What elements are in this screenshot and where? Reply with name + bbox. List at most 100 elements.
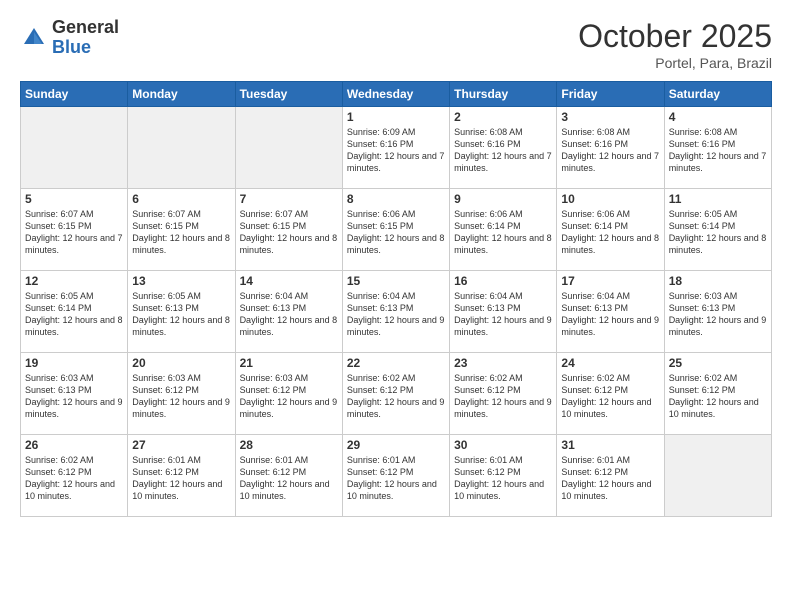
day-info: Sunrise: 6:01 AM Sunset: 6:12 PM Dayligh… xyxy=(347,454,445,503)
day-number: 14 xyxy=(240,274,338,288)
calendar-header-monday: Monday xyxy=(128,82,235,107)
day-info: Sunrise: 6:04 AM Sunset: 6:13 PM Dayligh… xyxy=(240,290,338,339)
calendar-week-0: 1 Sunrise: 6:09 AM Sunset: 6:16 PM Daylig… xyxy=(21,107,772,189)
day-number: 6 xyxy=(132,192,230,206)
calendar-cell: 1 Sunrise: 6:09 AM Sunset: 6:16 PM Daylig… xyxy=(342,107,449,189)
day-number: 31 xyxy=(561,438,659,452)
day-number: 4 xyxy=(669,110,767,124)
day-info: Sunrise: 6:06 AM Sunset: 6:14 PM Dayligh… xyxy=(561,208,659,257)
day-info: Sunrise: 6:02 AM Sunset: 6:12 PM Dayligh… xyxy=(25,454,123,503)
day-number: 8 xyxy=(347,192,445,206)
day-info: Sunrise: 6:06 AM Sunset: 6:15 PM Dayligh… xyxy=(347,208,445,257)
day-number: 27 xyxy=(132,438,230,452)
day-number: 3 xyxy=(561,110,659,124)
calendar-header-saturday: Saturday xyxy=(664,82,771,107)
calendar-cell: 9 Sunrise: 6:06 AM Sunset: 6:14 PM Daylig… xyxy=(450,189,557,271)
day-info: Sunrise: 6:04 AM Sunset: 6:13 PM Dayligh… xyxy=(347,290,445,339)
day-info: Sunrise: 6:02 AM Sunset: 6:12 PM Dayligh… xyxy=(454,372,552,421)
calendar-cell: 30Sunrise: 6:01 AM Sunset: 6:12 PM Dayli… xyxy=(450,435,557,517)
subtitle: Portel, Para, Brazil xyxy=(578,55,772,71)
calendar-cell xyxy=(664,435,771,517)
day-info: Sunrise: 6:03 AM Sunset: 6:12 PM Dayligh… xyxy=(132,372,230,421)
day-info: Sunrise: 6:02 AM Sunset: 6:12 PM Dayligh… xyxy=(561,372,659,421)
calendar-cell xyxy=(235,107,342,189)
day-info: Sunrise: 6:08 AM Sunset: 6:16 PM Dayligh… xyxy=(669,126,767,175)
day-number: 28 xyxy=(240,438,338,452)
calendar-week-2: 12 Sunrise: 6:05 AM Sunset: 6:14 PM Dayli… xyxy=(21,271,772,353)
day-info: Sunrise: 6:04 AM Sunset: 6:13 PM Dayligh… xyxy=(561,290,659,339)
calendar-cell: 17 Sunrise: 6:04 AM Sunset: 6:13 PM Dayli… xyxy=(557,271,664,353)
calendar-cell: 11Sunrise: 6:05 AM Sunset: 6:14 PM Dayli… xyxy=(664,189,771,271)
logo-icon xyxy=(20,24,48,52)
day-info: Sunrise: 6:07 AM Sunset: 6:15 PM Dayligh… xyxy=(240,208,338,257)
calendar-header-friday: Friday xyxy=(557,82,664,107)
day-info: Sunrise: 6:05 AM Sunset: 6:14 PM Dayligh… xyxy=(669,208,767,257)
calendar-cell: 8 Sunrise: 6:06 AM Sunset: 6:15 PM Daylig… xyxy=(342,189,449,271)
day-number: 12 xyxy=(25,274,123,288)
calendar-header-thursday: Thursday xyxy=(450,82,557,107)
calendar-cell: 5Sunrise: 6:07 AM Sunset: 6:15 PM Daylig… xyxy=(21,189,128,271)
title-block: October 2025 Portel, Para, Brazil xyxy=(578,18,772,71)
calendar-cell: 4 Sunrise: 6:08 AM Sunset: 6:16 PM Daylig… xyxy=(664,107,771,189)
calendar-header-tuesday: Tuesday xyxy=(235,82,342,107)
day-info: Sunrise: 6:07 AM Sunset: 6:15 PM Dayligh… xyxy=(132,208,230,257)
calendar-week-1: 5Sunrise: 6:07 AM Sunset: 6:15 PM Daylig… xyxy=(21,189,772,271)
calendar-cell: 31 Sunrise: 6:01 AM Sunset: 6:12 PM Dayli… xyxy=(557,435,664,517)
calendar-cell: 6 Sunrise: 6:07 AM Sunset: 6:15 PM Daylig… xyxy=(128,189,235,271)
day-number: 16 xyxy=(454,274,552,288)
day-info: Sunrise: 6:03 AM Sunset: 6:12 PM Dayligh… xyxy=(240,372,338,421)
calendar: SundayMondayTuesdayWednesdayThursdayFrid… xyxy=(20,81,772,517)
calendar-cell: 21Sunrise: 6:03 AM Sunset: 6:12 PM Dayli… xyxy=(235,353,342,435)
day-number: 23 xyxy=(454,356,552,370)
calendar-cell: 14 Sunrise: 6:04 AM Sunset: 6:13 PM Dayli… xyxy=(235,271,342,353)
day-info: Sunrise: 6:08 AM Sunset: 6:16 PM Dayligh… xyxy=(561,126,659,175)
logo-blue: Blue xyxy=(52,38,119,58)
day-number: 20 xyxy=(132,356,230,370)
day-info: Sunrise: 6:05 AM Sunset: 6:14 PM Dayligh… xyxy=(25,290,123,339)
day-number: 1 xyxy=(347,110,445,124)
day-info: Sunrise: 6:05 AM Sunset: 6:13 PM Dayligh… xyxy=(132,290,230,339)
calendar-cell: 7 Sunrise: 6:07 AM Sunset: 6:15 PM Daylig… xyxy=(235,189,342,271)
calendar-cell: 18 Sunrise: 6:03 AM Sunset: 6:13 PM Dayli… xyxy=(664,271,771,353)
page: General Blue October 2025 Portel, Para, … xyxy=(0,0,792,612)
day-number: 19 xyxy=(25,356,123,370)
day-info: Sunrise: 6:03 AM Sunset: 6:13 PM Dayligh… xyxy=(669,290,767,339)
day-number: 17 xyxy=(561,274,659,288)
calendar-cell: 16 Sunrise: 6:04 AM Sunset: 6:13 PM Dayli… xyxy=(450,271,557,353)
day-number: 24 xyxy=(561,356,659,370)
day-number: 2 xyxy=(454,110,552,124)
month-title: October 2025 xyxy=(578,18,772,55)
day-number: 22 xyxy=(347,356,445,370)
day-info: Sunrise: 6:09 AM Sunset: 6:16 PM Dayligh… xyxy=(347,126,445,175)
day-info: Sunrise: 6:06 AM Sunset: 6:14 PM Dayligh… xyxy=(454,208,552,257)
calendar-header-sunday: Sunday xyxy=(21,82,128,107)
calendar-cell: 28 Sunrise: 6:01 AM Sunset: 6:12 PM Dayli… xyxy=(235,435,342,517)
calendar-cell: 27 Sunrise: 6:01 AM Sunset: 6:12 PM Dayli… xyxy=(128,435,235,517)
day-info: Sunrise: 6:04 AM Sunset: 6:13 PM Dayligh… xyxy=(454,290,552,339)
day-number: 10 xyxy=(561,192,659,206)
day-info: Sunrise: 6:02 AM Sunset: 6:12 PM Dayligh… xyxy=(669,372,767,421)
day-number: 9 xyxy=(454,192,552,206)
day-number: 26 xyxy=(25,438,123,452)
day-info: Sunrise: 6:01 AM Sunset: 6:12 PM Dayligh… xyxy=(561,454,659,503)
day-info: Sunrise: 6:01 AM Sunset: 6:12 PM Dayligh… xyxy=(240,454,338,503)
calendar-cell: 15Sunrise: 6:04 AM Sunset: 6:13 PM Dayli… xyxy=(342,271,449,353)
day-info: Sunrise: 6:07 AM Sunset: 6:15 PM Dayligh… xyxy=(25,208,123,257)
calendar-cell: 19 Sunrise: 6:03 AM Sunset: 6:13 PM Dayli… xyxy=(21,353,128,435)
day-number: 29 xyxy=(347,438,445,452)
calendar-cell: 10 Sunrise: 6:06 AM Sunset: 6:14 PM Dayli… xyxy=(557,189,664,271)
calendar-cell: 26 Sunrise: 6:02 AM Sunset: 6:12 PM Dayli… xyxy=(21,435,128,517)
day-number: 13 xyxy=(132,274,230,288)
calendar-cell: 20 Sunrise: 6:03 AM Sunset: 6:12 PM Dayli… xyxy=(128,353,235,435)
day-info: Sunrise: 6:03 AM Sunset: 6:13 PM Dayligh… xyxy=(25,372,123,421)
calendar-header-row: SundayMondayTuesdayWednesdayThursdayFrid… xyxy=(21,82,772,107)
day-info: Sunrise: 6:01 AM Sunset: 6:12 PM Dayligh… xyxy=(132,454,230,503)
day-info: Sunrise: 6:02 AM Sunset: 6:12 PM Dayligh… xyxy=(347,372,445,421)
day-number: 18 xyxy=(669,274,767,288)
day-info: Sunrise: 6:08 AM Sunset: 6:16 PM Dayligh… xyxy=(454,126,552,175)
logo-general: General xyxy=(52,18,119,38)
calendar-cell: 2 Sunrise: 6:08 AM Sunset: 6:16 PM Daylig… xyxy=(450,107,557,189)
day-number: 7 xyxy=(240,192,338,206)
calendar-cell: 24 Sunrise: 6:02 AM Sunset: 6:12 PM Dayli… xyxy=(557,353,664,435)
calendar-cell xyxy=(21,107,128,189)
